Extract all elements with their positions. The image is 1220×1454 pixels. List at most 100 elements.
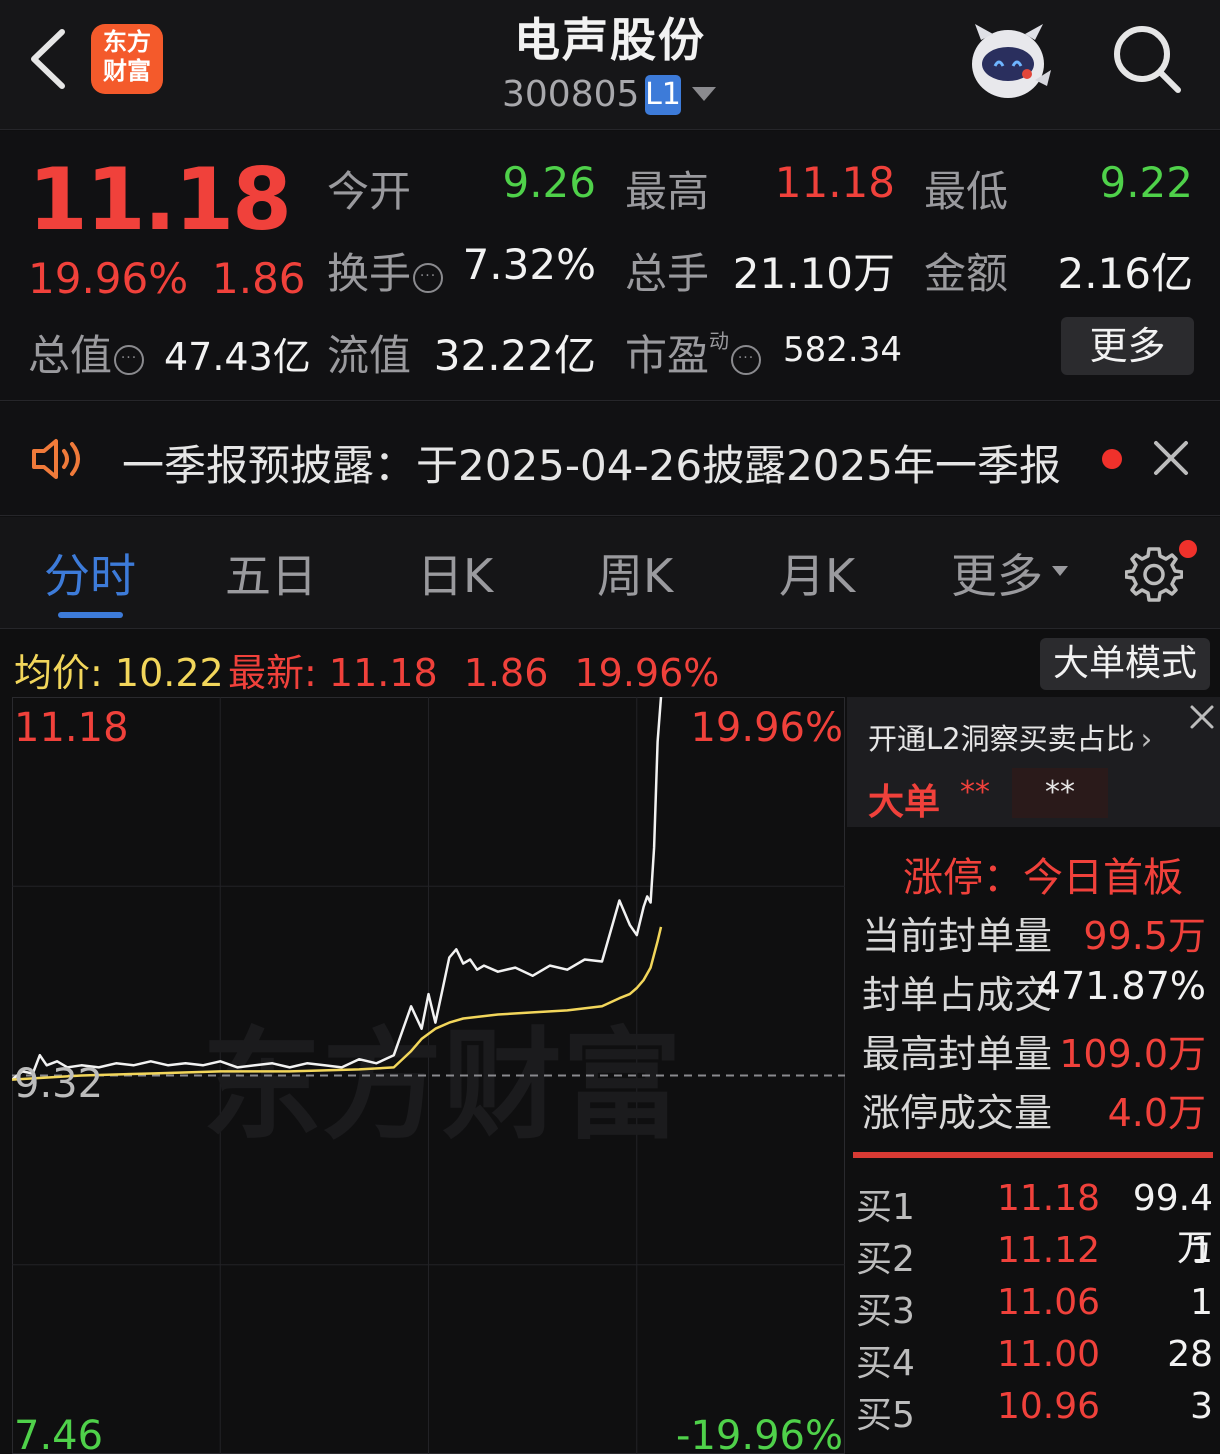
change-percent: 19.96% — [28, 254, 189, 303]
notice-unread-dot — [1102, 449, 1122, 469]
l2-promo-text: 开通L2洞察买卖占比 — [868, 722, 1135, 756]
seal-volume-label: 当前封单量 — [862, 914, 1053, 958]
average-price-value: 10.22 — [114, 651, 224, 695]
intraday-chart[interactable]: 东方财富 11.18 9.32 7.46 19.96% -19.96% — [12, 697, 845, 1454]
bid-4-volume: 28 — [1167, 1334, 1213, 1375]
info-dots-icon[interactable]: ··· — [731, 345, 762, 375]
volume-value: 21.10万 — [732, 249, 895, 298]
app-logo[interactable]: 东方 财富 — [91, 24, 163, 94]
pct-axis-bottom-label: -19.96% — [676, 1413, 843, 1454]
stock-name: 电声股份 — [514, 13, 706, 67]
tab-more[interactable]: 更多 — [951, 540, 1043, 606]
tab-intraday[interactable]: 分时 — [44, 540, 136, 606]
chevron-right-icon: › — [1140, 722, 1153, 756]
turnover-label[interactable]: 换手 ··· — [327, 240, 444, 301]
amount-value: 2.16亿 — [1057, 249, 1193, 298]
caret-down-icon[interactable] — [1052, 566, 1068, 576]
big-order-label: 大单 — [868, 782, 941, 823]
bid-2-label: 买2 — [856, 1239, 915, 1280]
pe-superscript: 动 — [709, 329, 730, 353]
intraday-chart-svg[interactable]: 东方财富 — [12, 697, 845, 1454]
l2-promo-title[interactable]: 开通L2洞察买卖占比 › — [868, 716, 1152, 758]
bid-4-label: 买4 — [856, 1343, 915, 1384]
big-order-sell-masked: ** — [1012, 768, 1108, 818]
bid-3-price: 11.06 — [996, 1282, 1100, 1323]
market-cap-label[interactable]: 总值 ··· — [28, 322, 145, 383]
float-cap-label: 流值 — [327, 331, 412, 380]
bid-1-price: 11.18 — [996, 1178, 1100, 1219]
bid-5-price: 10.96 — [996, 1386, 1100, 1427]
tab-weekly-k[interactable]: 周K — [597, 540, 673, 606]
tab-five-day[interactable]: 五日 — [225, 540, 317, 606]
low-label: 最低 — [924, 167, 1009, 216]
last-price: 11.18 — [28, 150, 292, 250]
limit-up-volume-value: 4.0万 — [1107, 1091, 1206, 1135]
bid-2-volume: 1 — [1190, 1230, 1213, 1271]
latest-price: 最新: 11.18 1.86 19.96% — [228, 642, 719, 697]
seal-ratio-value: 471.87% — [1036, 964, 1206, 1008]
gear-icon[interactable] — [1125, 545, 1183, 603]
stock-code[interactable]: 300805 — [502, 74, 639, 115]
limit-up-status: 涨停：今日首板 — [903, 855, 1183, 901]
market-cap-value: 47.43亿 — [164, 335, 311, 379]
float-cap-value: 32.22亿 — [433, 331, 596, 380]
latest-percent: 19.96% — [574, 651, 720, 695]
y-axis-mid-label: 9.32 — [14, 1061, 104, 1107]
high-label: 最高 — [625, 167, 710, 216]
latest-change: 1.86 — [463, 651, 549, 695]
back-arrow-icon[interactable] — [26, 28, 74, 90]
limit-up-divider — [853, 1152, 1213, 1158]
tab-monthly-k[interactable]: 月K — [779, 540, 855, 606]
close-icon[interactable] — [1185, 700, 1219, 734]
pe-label-text: 市盈 — [625, 331, 710, 380]
bid-4-price: 11.00 — [996, 1334, 1100, 1375]
more-button[interactable]: 更多 — [1061, 317, 1194, 375]
market-cap-label-text: 总值 — [28, 331, 113, 380]
average-price-label: 均价: — [14, 651, 103, 695]
logo-text-top: 东方 — [103, 28, 151, 56]
y-axis-top-label: 11.18 — [14, 705, 129, 751]
amount-label: 金额 — [924, 249, 1009, 298]
low-value: 9.22 — [1099, 158, 1193, 207]
latest-price-value: 11.18 — [328, 651, 438, 695]
high-value: 11.18 — [774, 158, 895, 207]
pe-label[interactable]: 市盈动··· — [625, 322, 762, 383]
tab-daily-k[interactable]: 日K — [417, 540, 493, 606]
change-amount: 1.86 — [212, 254, 306, 303]
settings-badge-dot — [1179, 540, 1197, 558]
notice-text[interactable]: 一季报预披露：于2025-04-26披露2025年一季报 — [122, 432, 1061, 493]
active-tab-indicator — [58, 612, 123, 618]
turnover-value: 7.32% — [462, 240, 596, 289]
level-badge[interactable]: L1 — [645, 75, 681, 115]
volume-label: 总手 — [625, 249, 710, 298]
big-order-mode-button[interactable]: 大单模式 — [1040, 638, 1210, 690]
bid-2-price: 11.12 — [996, 1230, 1100, 1271]
bid-3-label: 买3 — [856, 1291, 915, 1332]
search-icon[interactable] — [1110, 22, 1184, 96]
info-dots-icon[interactable]: ··· — [114, 345, 145, 375]
bid-5-label: 买5 — [856, 1395, 915, 1436]
max-seal-volume-label: 最高封单量 — [862, 1032, 1053, 1076]
open-value: 9.26 — [502, 158, 596, 207]
seal-volume-value: 99.5万 — [1083, 914, 1206, 958]
latest-price-label: 最新: — [228, 651, 317, 695]
info-dots-icon[interactable]: ··· — [413, 263, 444, 293]
big-order-buy-masked: ** — [960, 775, 990, 810]
max-seal-volume-value: 109.0万 — [1059, 1032, 1206, 1076]
close-icon[interactable] — [1153, 440, 1189, 476]
limit-up-volume-label: 涨停成交量 — [862, 1091, 1053, 1135]
bid-1-label: 买1 — [856, 1187, 915, 1228]
average-price: 均价: 10.22 — [14, 642, 224, 697]
caret-down-icon[interactable] — [692, 87, 716, 101]
pct-axis-top-label: 19.96% — [690, 705, 843, 751]
y-axis-bottom-label: 7.46 — [14, 1413, 104, 1454]
chart-watermark: 东方财富 — [202, 1017, 682, 1156]
seal-ratio-label: 封单占成交 — [862, 973, 1053, 1017]
turnover-label-text: 换手 — [327, 249, 412, 298]
logo-text-bottom: 财富 — [103, 57, 151, 85]
pe-value: 582.34 — [783, 330, 902, 370]
bid-5-volume: 3 — [1190, 1386, 1213, 1427]
bid-3-volume: 1 — [1190, 1282, 1213, 1323]
open-label: 今开 — [327, 167, 412, 216]
assistant-robot-icon[interactable] — [965, 20, 1055, 104]
